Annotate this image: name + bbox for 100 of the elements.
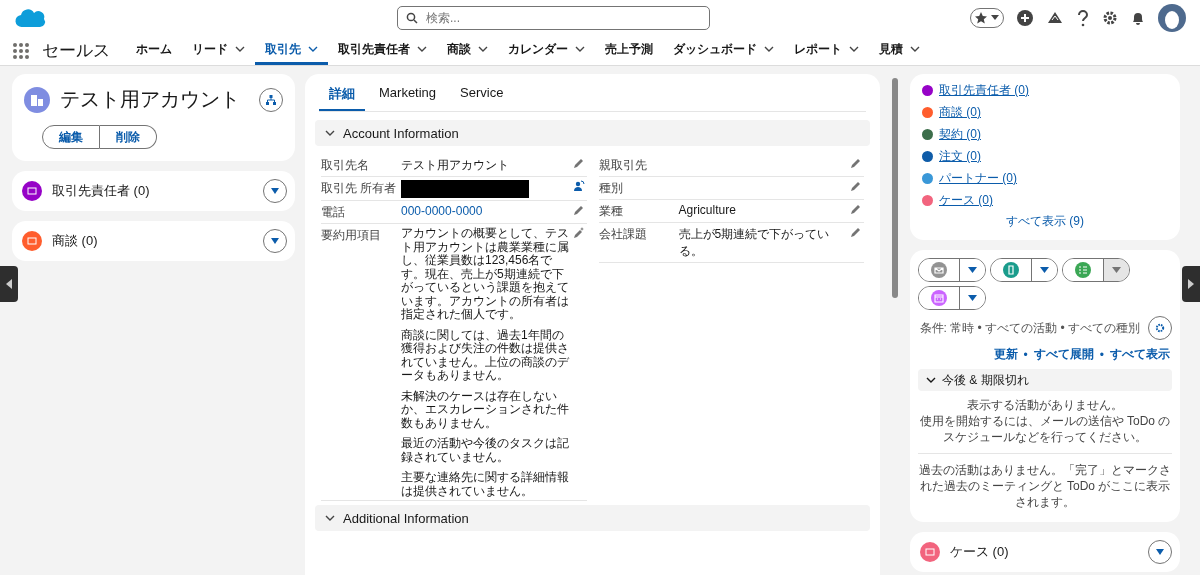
add-icon[interactable] [1016,9,1034,27]
help-icon[interactable] [1076,9,1090,27]
nav-tab[interactable]: 売上予測 [595,36,663,65]
nav-tab[interactable]: リード [182,36,255,65]
nav-tab[interactable]: 取引先 [255,36,328,65]
caret-icon [270,187,280,195]
activity-group-header[interactable]: 今後 & 期限切れ [918,369,1172,391]
activity-link[interactable]: すべて展開 [1033,346,1094,363]
section-header[interactable]: Additional Information [315,505,870,531]
triangle-right-icon [1188,279,1194,289]
separator-dot: • [1023,347,1028,362]
field-label: 親取引先 [598,157,648,174]
activity-link[interactable]: 更新 [993,346,1018,363]
nav-tab[interactable]: ホーム [126,36,182,65]
detail-tab[interactable]: Marketing [369,80,447,111]
caret-icon [968,295,977,301]
separator-dot: • [1099,347,1104,362]
caret-icon [270,237,280,245]
nav-tab[interactable]: レポート [784,36,869,65]
activity-button-group[interactable] [918,286,986,310]
app-launcher-icon[interactable] [12,41,30,60]
action-button[interactable]: 削除 [100,125,157,149]
triangle-left-icon [6,279,12,289]
quick-link[interactable]: 取引先責任者 (0) [922,82,1168,99]
nav-tab[interactable]: 見積 [869,36,930,65]
field-value: 売上が5期連続で下がっている。 [678,226,831,260]
chevron-down-icon [325,128,335,138]
detail-tab[interactable]: Service [450,80,514,111]
empty-message: 使用を開始するには、メールの送信や ToDo のスケジュールなどを行ってください。 [918,413,1172,445]
hierarchy-icon [266,94,276,105]
nav-tab[interactable]: ダッシュボード [663,36,784,65]
past-activity-message: 過去の活動はありません。「完了」とマークされた過去のミーティングと ToDo がここに表示されます。 [918,462,1172,510]
app-name: セールス [42,40,110,62]
summary-paragraph: 未解決のケースは存在しないか、エスカレーションされた件数もありません。 [401,389,570,430]
chevron-down-icon [764,44,774,54]
phone-link[interactable]: 000-0000-0000 [401,204,573,218]
summary-paragraph: 主要な連絡先に関する詳細情報は提供されていません。 [401,471,570,498]
search-field[interactable]: 検索... [397,6,710,30]
avatar-icon[interactable] [1158,4,1186,32]
section-header[interactable]: Account Information [315,120,870,146]
cloud-logo[interactable] [14,7,46,29]
settings-icon[interactable] [1102,10,1118,26]
action-button[interactable]: 編集 [42,125,100,149]
notification-bell-icon[interactable] [1130,10,1146,26]
menu-button[interactable] [959,259,985,281]
chevron-down-icon [910,44,920,54]
quick-link[interactable]: 商談 (0) [922,104,1168,121]
expand-button[interactable] [263,179,287,203]
nav-tab[interactable]: カレンダー [498,36,595,65]
summary-paragraph: アカウントの概要として、テスト用アカウントは農業業種に属し、従業員数は123,456名です。現在、売上が5期連続で下がっているという課題を抱えています。アカウントの所有者は指定された個人です。 [401,227,570,322]
caret-icon [1112,267,1121,273]
chevron-down-icon [849,44,859,54]
activity-button-group[interactable] [990,258,1058,282]
chevron-down-icon [308,44,318,54]
related-list-title[interactable]: 商談 (0) [52,232,253,250]
quick-link[interactable]: ケース (0) [922,192,1168,209]
search-icon [406,12,418,24]
activity-button-group[interactable] [918,258,986,282]
collapse-right-button[interactable] [1182,266,1200,302]
hierarchy-button[interactable] [259,87,283,112]
building-icon [24,86,50,113]
caret-icon [968,267,977,273]
expand-button[interactable] [1148,540,1172,564]
field-label: 種別 [598,180,624,197]
star-icon [975,12,987,24]
caret-icon [991,15,999,21]
settings-button[interactable] [1148,316,1172,340]
caret-icon [1040,267,1049,273]
chevron-down-icon [235,44,245,54]
nav-tab[interactable]: 取引先責任者 [328,36,437,65]
related-list-title[interactable]: ケース (0) [950,543,1138,561]
related-list-title[interactable]: 取引先責任者 (0) [52,182,253,200]
record-title: テスト用アカウント [60,87,241,112]
field-label: 要約用項目 [321,227,382,244]
collapse-left-button[interactable] [0,266,18,302]
quick-link[interactable]: 注文 (0) [922,148,1168,165]
field-value: Agriculture [678,203,737,217]
change-owner-icon[interactable] [572,180,587,194]
field-label: 業種 [598,203,624,220]
summary-paragraph: 最近の活動や今後のタスクは記録されていません。 [401,437,570,464]
activity-link[interactable]: すべて表示 [1110,346,1170,363]
chevron-down-icon [575,44,585,54]
scrollbar-thumb[interactable] [892,78,898,298]
field-label: 取引先 所有者 [321,180,398,197]
quick-link[interactable]: パートナー (0) [922,170,1168,187]
quick-link[interactable]: 契約 (0) [922,126,1168,143]
menu-button[interactable] [1031,259,1057,281]
activity-button-group[interactable] [1062,258,1130,282]
nav-tab[interactable]: 商談 [437,36,498,65]
summary-paragraph: 商談に関しては、過去1年間の獲得および失注の件数は提供されていません。上位の商談のデータもありません。 [401,328,570,383]
mountain-icon[interactable] [1046,10,1064,26]
menu-button[interactable] [959,287,985,309]
expand-button[interactable] [263,229,287,253]
chevron-down-icon [478,44,488,54]
detail-tab[interactable]: 詳細 [319,80,365,111]
show-all-link[interactable]: すべて表示 (9) [922,213,1168,230]
chevron-down-icon [926,375,936,385]
empty-message: 表示する活動がありません。 [966,397,1124,413]
chevron-down-icon [325,513,335,523]
field-value: テスト用アカウント [401,157,510,174]
